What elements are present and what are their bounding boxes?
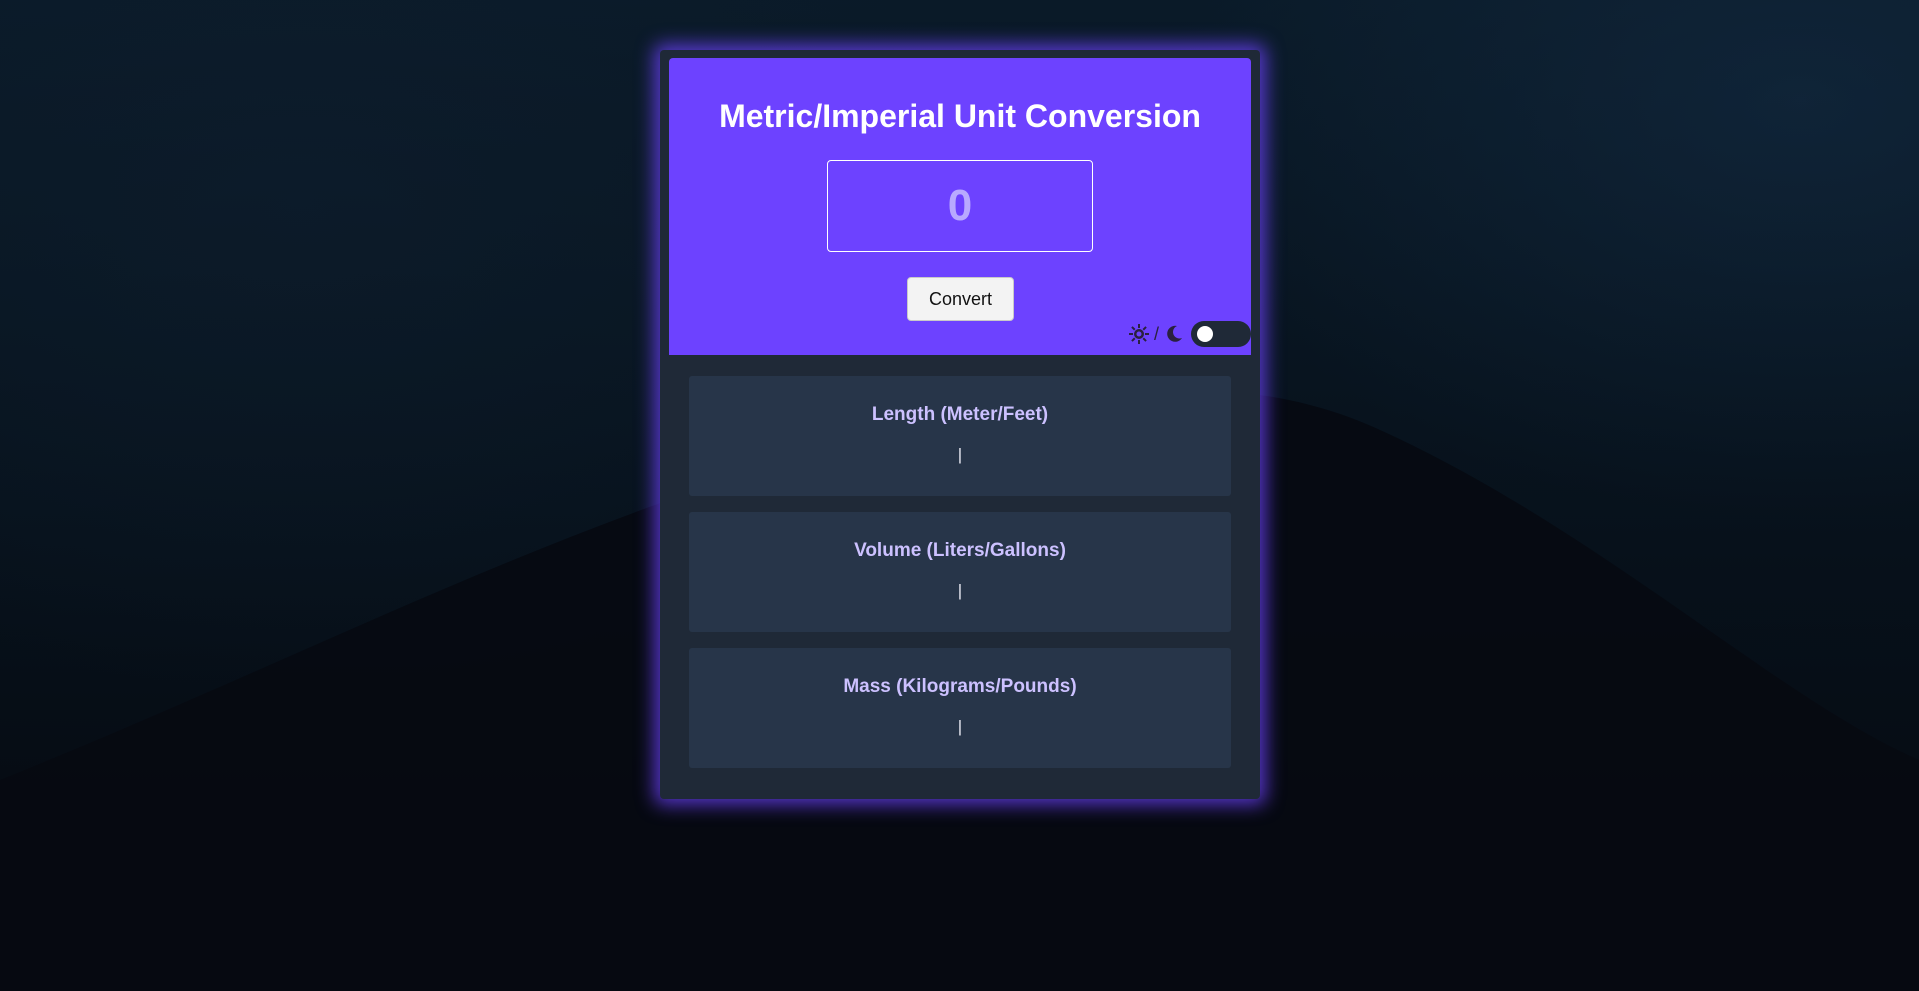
theme-separator: / bbox=[1154, 323, 1160, 344]
sun-icon bbox=[1128, 323, 1150, 345]
toggle-knob bbox=[1197, 326, 1214, 342]
mass-result-title: Mass (Kilograms/Pounds) bbox=[843, 676, 1077, 697]
length-result-title: Length (Meter/Feet) bbox=[871, 404, 1049, 425]
converter-card: Metric/Imperial Unit Conversion Convert bbox=[660, 50, 1260, 799]
convert-button[interactable]: Convert bbox=[907, 277, 1014, 321]
theme-switch-row: / bbox=[1128, 320, 1252, 348]
moon-icon bbox=[1163, 323, 1185, 345]
number-input[interactable] bbox=[827, 160, 1093, 252]
length-result-box: Length (Meter/Feet) | bbox=[689, 376, 1231, 496]
mass-result-value: | bbox=[957, 717, 963, 736]
volume-result-box: Volume (Liters/Gallons) | bbox=[689, 512, 1231, 632]
dark-mode-toggle[interactable] bbox=[1191, 321, 1252, 347]
page-title: Metric/Imperial Unit Conversion bbox=[719, 98, 1201, 134]
length-result-value: | bbox=[957, 445, 963, 464]
volume-result-value: | bbox=[957, 581, 963, 600]
mass-result-box: Mass (Kilograms/Pounds) | bbox=[689, 648, 1231, 768]
converter-header: Metric/Imperial Unit Conversion Convert bbox=[669, 58, 1252, 355]
volume-result-title: Volume (Liters/Gallons) bbox=[854, 540, 1066, 561]
